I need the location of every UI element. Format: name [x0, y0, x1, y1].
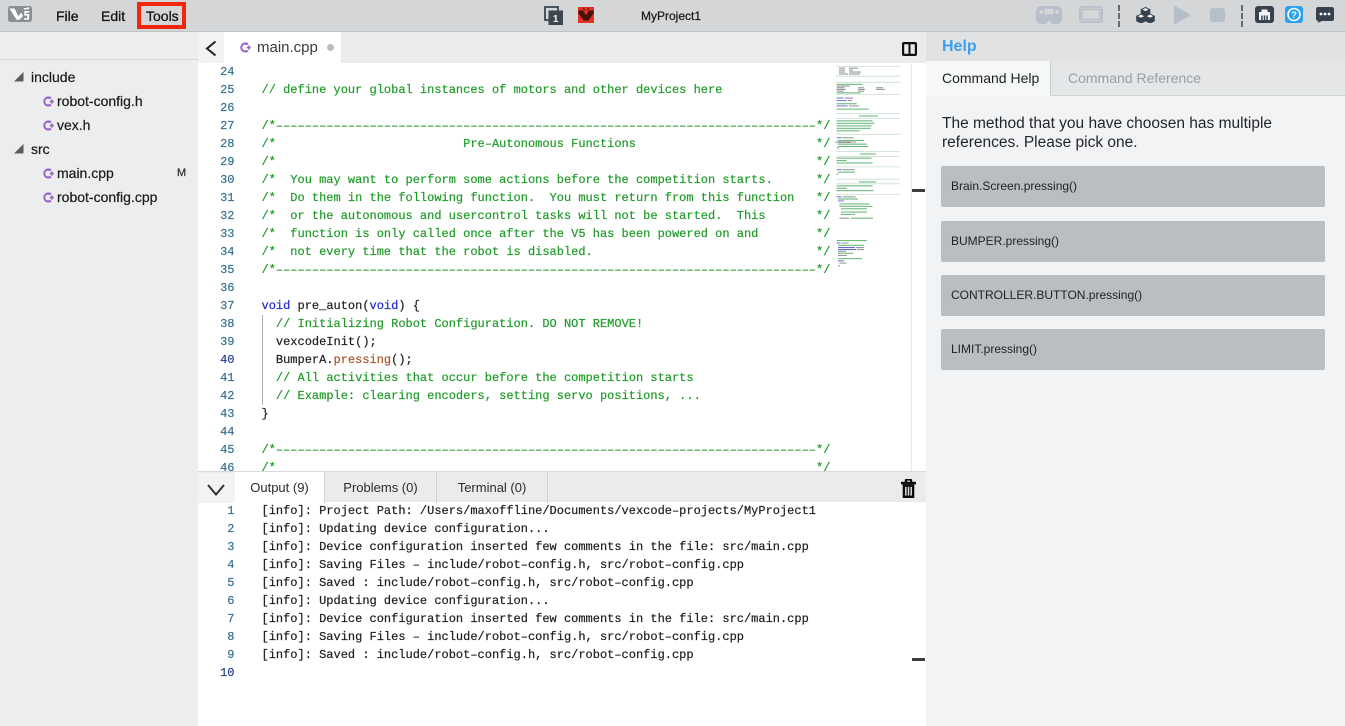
- svg-text:1: 1: [553, 14, 559, 25]
- svg-text:?: ?: [1291, 10, 1297, 21]
